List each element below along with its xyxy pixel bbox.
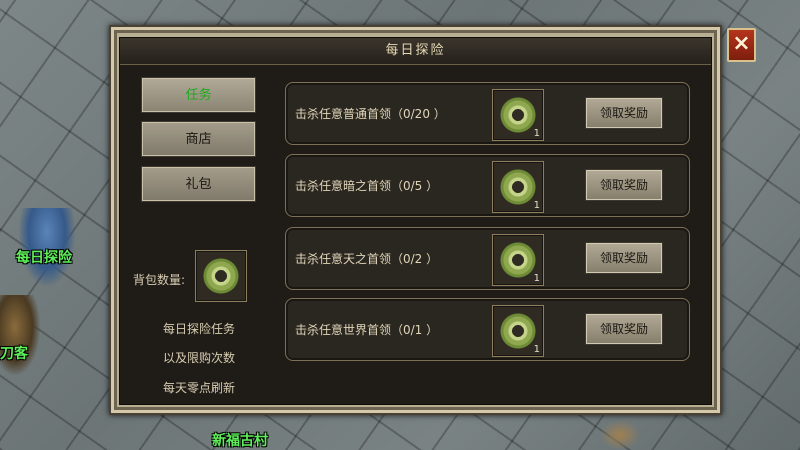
task-row: 击杀任意世界首领（0/1 ） 1 领取奖励 — [285, 298, 690, 361]
description-line: 每天零点刷新 — [162, 381, 235, 395]
npc-figure-blade[interactable] — [0, 295, 40, 375]
task-row: 击杀任意暗之首领（0/5 ） 1 领取奖励 — [285, 154, 690, 217]
claim-reward-button[interactable]: 领取奖励 — [585, 313, 663, 345]
claim-reward-button[interactable]: 领取奖励 — [585, 97, 663, 129]
reward-count: 1 — [533, 344, 540, 355]
reward-item-slot[interactable]: 1 — [492, 161, 544, 213]
close-icon: × — [732, 31, 751, 56]
npc-name-blade[interactable]: 刀客 — [0, 343, 28, 363]
task-text: 击杀任意世界首领（0/1 ） — [295, 323, 439, 337]
scenery-plant — [600, 420, 640, 450]
jade-disc-icon — [500, 313, 536, 349]
task-row: 击杀任意天之首领（0/2 ） 1 领取奖励 — [285, 227, 690, 290]
tab-gift[interactable]: 礼包 — [141, 166, 256, 202]
jade-disc-icon — [500, 169, 536, 205]
tab-shop[interactable]: 商店 — [141, 121, 256, 157]
reward-item-slot[interactable]: 1 — [492, 234, 544, 286]
npc-name-daily-explore[interactable]: 每日探险 — [16, 247, 72, 267]
task-text: 击杀任意暗之首领（0/5 ） — [295, 179, 439, 193]
close-button[interactable]: × — [727, 28, 756, 62]
reward-item-slot[interactable]: 1 — [492, 305, 544, 357]
dialog-title: 每日探险 — [120, 38, 711, 65]
reward-count: 1 — [533, 200, 540, 211]
jade-disc-icon — [500, 97, 536, 133]
claim-reward-button[interactable]: 领取奖励 — [585, 242, 663, 274]
reward-count: 1 — [533, 128, 540, 139]
description-line: 每日探险任务 — [162, 322, 235, 336]
jade-disc-icon — [500, 242, 536, 278]
tab-tasks[interactable]: 任务 — [141, 77, 256, 113]
claim-reward-button[interactable]: 领取奖励 — [585, 169, 663, 201]
task-text: 击杀任意天之首领（0/2 ） — [295, 252, 439, 266]
bag-count-label: 背包数量: — [133, 273, 186, 287]
location-name-village: 新福古村 — [212, 433, 268, 449]
description-line: 以及限购次数 — [162, 351, 235, 365]
jade-disc-icon — [203, 258, 239, 294]
task-text: 击杀任意普通首领（0/20 ） — [295, 107, 446, 121]
reward-item-slot[interactable]: 1 — [492, 89, 544, 141]
task-row: 击杀任意普通首领（0/20 ） 1 领取奖励 — [285, 82, 690, 145]
bag-item-slot[interactable] — [195, 250, 247, 302]
reward-count: 1 — [533, 273, 540, 284]
